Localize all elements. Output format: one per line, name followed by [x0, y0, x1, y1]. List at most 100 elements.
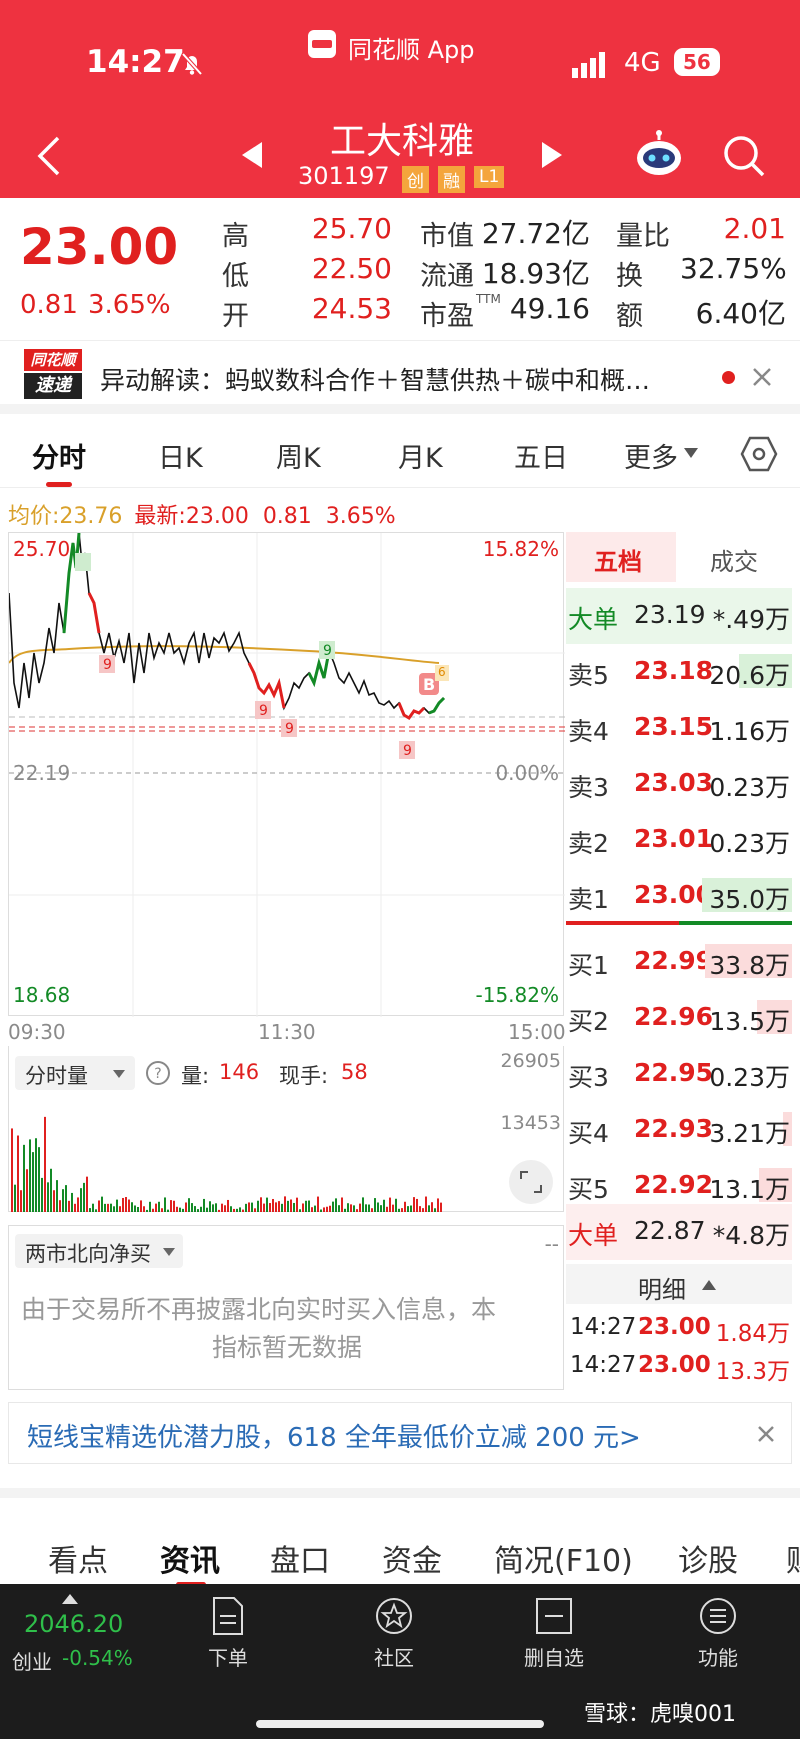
level-label: 买5: [568, 1175, 609, 1204]
functions-button[interactable]: 功能: [658, 1596, 778, 1671]
volume-bar: [125, 1197, 127, 1212]
volume-bar: [239, 1207, 241, 1212]
bid-row[interactable]: 买4 22.93 3.21万: [566, 1102, 792, 1158]
northbound-selector[interactable]: 两市北向净买: [15, 1234, 183, 1268]
chart-y-top: 25.70: [13, 537, 71, 561]
intraday-chart[interactable]: 9 9 9 9 9 B 6 25.70 15.82% 22.19 0.00% 1…: [8, 532, 565, 1017]
latest-price-value: 23.00: [185, 504, 249, 529]
news-flash-bar[interactable]: 同花顺 速递 异动解读：蚂蚁数科合作＋智慧供热＋碳中和概…: [0, 340, 800, 414]
tab-weekly-k[interactable]: 周K: [276, 436, 321, 475]
close-icon[interactable]: [752, 367, 772, 387]
quote-label-mktcap: 市值: [420, 221, 474, 252]
bottom-toolbar: 2046.20 创业 -0.54% 下单 社区 删自选 功能 雪球：虎嗅001: [0, 1584, 800, 1739]
bid-row[interactable]: 买3 22.95 0.23万: [566, 1046, 792, 1102]
ask-row[interactable]: 卖2 23.01 0.23万: [566, 812, 792, 868]
volume-bar: [332, 1201, 334, 1212]
level-price: 23.18: [634, 656, 714, 685]
avg-price-label: 均价:: [8, 504, 60, 529]
tab-monthly-k[interactable]: 月K: [398, 436, 443, 475]
volume-bar: [80, 1188, 82, 1212]
search-icon[interactable]: [722, 134, 766, 178]
promo-banner[interactable]: 短线宝精选优潜力股，618 全年最低价立减 200 元>: [8, 1402, 792, 1464]
ask-row[interactable]: 卖3 23.03 0.23万: [566, 756, 792, 812]
book-tab-five-level-label: 五档: [594, 548, 642, 576]
close-icon[interactable]: [757, 1425, 775, 1443]
volume-bar: [56, 1180, 58, 1212]
trade-detail-header[interactable]: 明细: [566, 1264, 792, 1304]
volume-bar: [170, 1200, 172, 1212]
content-tabs: 看点 资讯 盘口 资金 简况(F10) 诊股 财: [0, 1488, 800, 1587]
volume-bar: [380, 1205, 382, 1212]
volume-bar: [122, 1197, 124, 1212]
badge-chuang: 创: [402, 166, 429, 193]
tab-profile-f10[interactable]: 简况(F10): [494, 1536, 633, 1580]
home-indicator: [256, 1720, 544, 1728]
ask-row[interactable]: 卖5 23.18 20.6万: [566, 644, 792, 700]
index-value[interactable]: 2046.20: [24, 1610, 123, 1638]
tab-five-day[interactable]: 五日: [514, 436, 568, 475]
news-text[interactable]: 异动解读：蚂蚁数科合作＋智慧供热＋碳中和概…: [100, 361, 650, 397]
volume-bar: [413, 1197, 415, 1212]
level-price: 22.99: [634, 946, 714, 975]
volume-bar: [374, 1198, 376, 1212]
volume-bar: [392, 1204, 394, 1212]
volume-bar: [353, 1205, 355, 1212]
volume-bar: [23, 1144, 25, 1212]
tab-highlights[interactable]: 看点: [48, 1536, 108, 1580]
level-volume: 3.21万: [709, 1119, 790, 1148]
volume-bar: [305, 1200, 307, 1212]
volume-bar: [416, 1198, 418, 1212]
volume-bar: [152, 1208, 154, 1212]
order-button[interactable]: 下单: [168, 1596, 288, 1671]
volume-bar: [284, 1196, 286, 1212]
quote-value-pe: 49.16: [509, 292, 590, 325]
volume-bar: [143, 1206, 145, 1212]
network-type: 4G: [624, 48, 661, 78]
tab-finance[interactable]: 财: [786, 1536, 800, 1580]
level-label: 卖4: [568, 717, 609, 746]
fullscreen-button[interactable]: [509, 1160, 553, 1204]
ask-row[interactable]: 卖4 23.15 1.16万: [566, 700, 792, 756]
level-price: 23.01: [634, 824, 714, 853]
quote-label-amount: 额: [616, 301, 643, 332]
big-order-vol: *4.8万: [712, 1221, 790, 1250]
dropdown-triangle-icon[interactable]: [684, 448, 698, 458]
volume-bar: [347, 1203, 349, 1212]
remove-watchlist-button[interactable]: 删自选: [494, 1596, 614, 1671]
volume-bar: [251, 1202, 253, 1212]
tab-more[interactable]: 更多: [624, 436, 678, 475]
bid-row[interactable]: 买2 22.96 13.5万: [566, 990, 792, 1046]
robot-assistant-icon[interactable]: [634, 130, 684, 178]
quote-label-open: 开: [222, 301, 249, 332]
book-tab-five-level[interactable]: 五档: [566, 532, 676, 582]
level-volume: 1.16万: [709, 717, 790, 746]
big-order-price: 22.87: [634, 1216, 706, 1245]
bid-row[interactable]: 买1 22.99 33.8万: [566, 934, 792, 990]
tab-intraday[interactable]: 分时: [32, 436, 86, 475]
community-button[interactable]: 社区: [334, 1596, 454, 1671]
volume-bar: [50, 1168, 52, 1212]
menu-circle-icon: [700, 1598, 736, 1634]
volume-bar: [131, 1202, 133, 1212]
promo-text[interactable]: 短线宝精选优潜力股，618 全年最低价立减 200 元>: [27, 1417, 641, 1454]
next-stock-icon[interactable]: [540, 140, 564, 170]
tab-diagnosis[interactable]: 诊股: [678, 1536, 738, 1580]
tab-news[interactable]: 资讯: [160, 1536, 220, 1580]
tab-funds[interactable]: 资金: [382, 1536, 442, 1580]
sort-up-icon: [702, 1280, 716, 1290]
northbound-panel: 两市北向净买 -- 由于交易所不再披露北向实时买入信息，本 指标暂无数据: [8, 1225, 564, 1390]
tab-order-book[interactable]: 盘口: [270, 1536, 330, 1580]
back-arrow-icon[interactable]: [34, 134, 62, 178]
volume-bar: [419, 1206, 421, 1212]
volume-bar: [230, 1206, 232, 1212]
prev-stock-icon[interactable]: [240, 140, 264, 170]
volume-bar: [281, 1203, 283, 1212]
quote-value-low: 22.50: [311, 252, 392, 285]
ask-row[interactable]: 卖1 23.00 35.0万: [566, 868, 792, 924]
book-tab-trades[interactable]: 成交: [710, 542, 758, 577]
volume-panel: 分时量 ? 量: 146 现手: 58 26905 13453: [8, 1046, 564, 1212]
volume-bar: [62, 1189, 64, 1212]
settings-hexagon-icon[interactable]: [740, 436, 778, 472]
tab-daily-k[interactable]: 日K: [158, 436, 203, 475]
volume-bar: [113, 1206, 115, 1212]
